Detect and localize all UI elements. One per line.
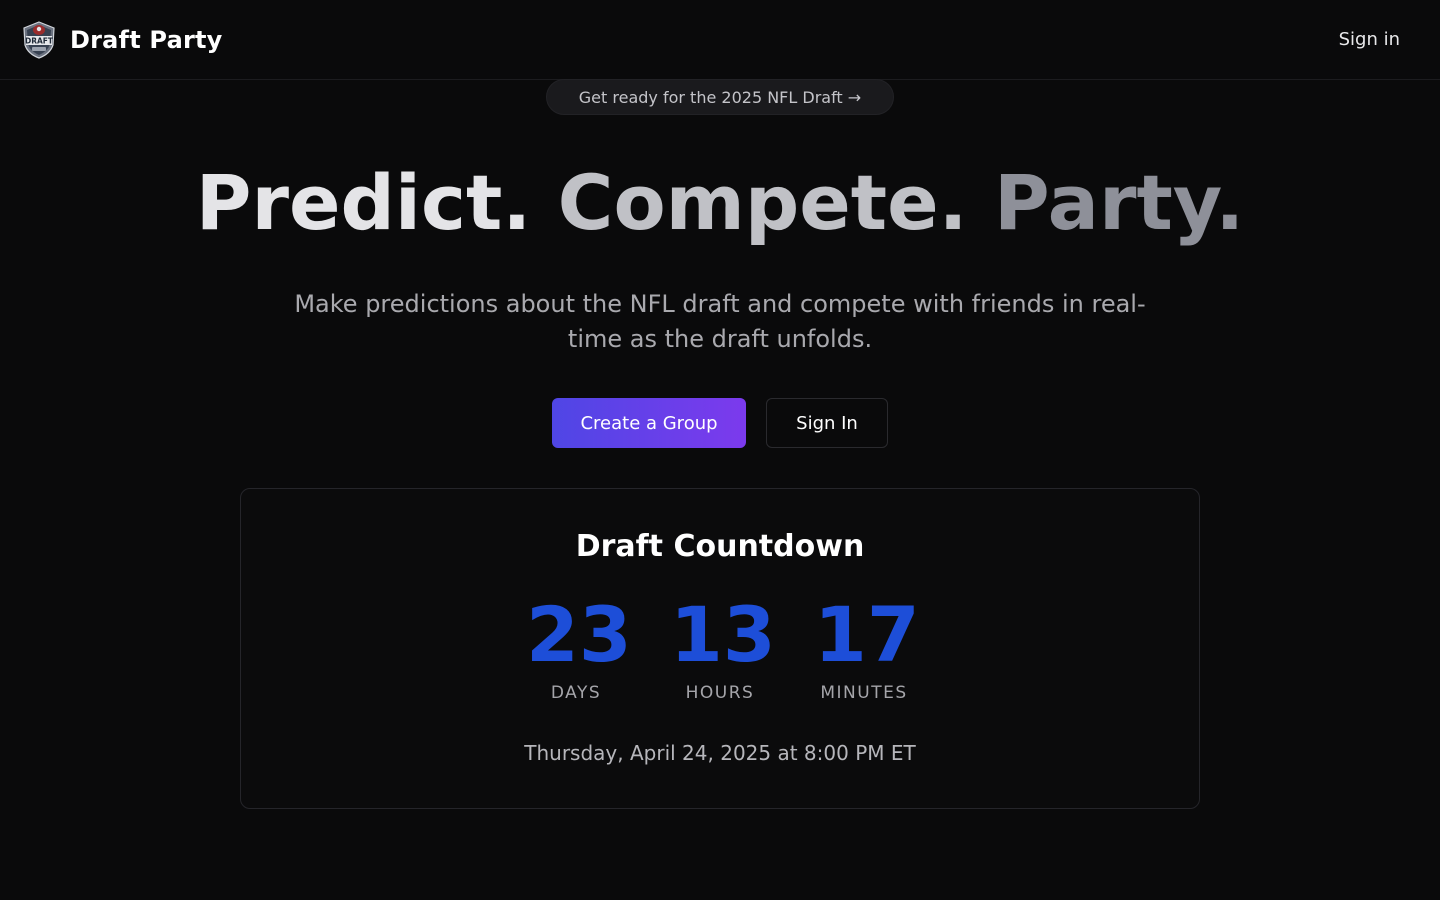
create-group-button[interactable]: Create a Group: [552, 398, 746, 448]
header-sign-in-link[interactable]: Sign in: [1339, 29, 1400, 50]
brand-home-link[interactable]: DRAFT Draft Party: [22, 20, 223, 59]
countdown-minutes-label: MINUTES: [820, 683, 908, 703]
hero-title: Predict. Compete. Party.: [0, 158, 1440, 248]
svg-text:DRAFT: DRAFT: [25, 36, 54, 45]
countdown-days-label: DAYS: [550, 683, 602, 703]
countdown-unit-days: 23 DAYS: [526, 590, 632, 704]
countdown-units: 23 DAYS 13 HOURS 17 MINUTES: [241, 590, 1199, 704]
countdown-title: Draft Countdown: [575, 529, 865, 564]
hero-title-word-party: Party.: [994, 158, 1245, 247]
countdown-unit-hours: 13 HOURS: [670, 590, 776, 704]
countdown-minutes-value: 17: [814, 590, 920, 679]
hero-title-word-compete: Compete.: [557, 158, 968, 247]
draft-countdown-card: Draft Countdown 23 DAYS 13 HOURS 17 MINU…: [240, 488, 1200, 809]
hero-subtitle: Make predictions about the NFL draft and…: [294, 290, 1146, 353]
announcement-pill-link[interactable]: Get ready for the 2025 NFL Draft →: [546, 79, 894, 115]
hero-title-word-predict: Predict.: [195, 158, 532, 247]
countdown-hours-value: 13: [670, 590, 776, 679]
top-nav: DRAFT Draft Party Sign in: [0, 0, 1440, 80]
draft-shield-logo-icon: DRAFT: [23, 20, 55, 59]
countdown-unit-minutes: 17 MINUTES: [814, 590, 920, 704]
sign-in-button[interactable]: Sign In: [766, 398, 888, 448]
brand-name: Draft Party: [70, 25, 223, 54]
countdown-days-value: 23: [526, 590, 632, 679]
countdown-hours-label: HOURS: [685, 683, 755, 703]
draft-date-text: Thursday, April 24, 2025 at 8:00 PM ET: [524, 741, 916, 765]
